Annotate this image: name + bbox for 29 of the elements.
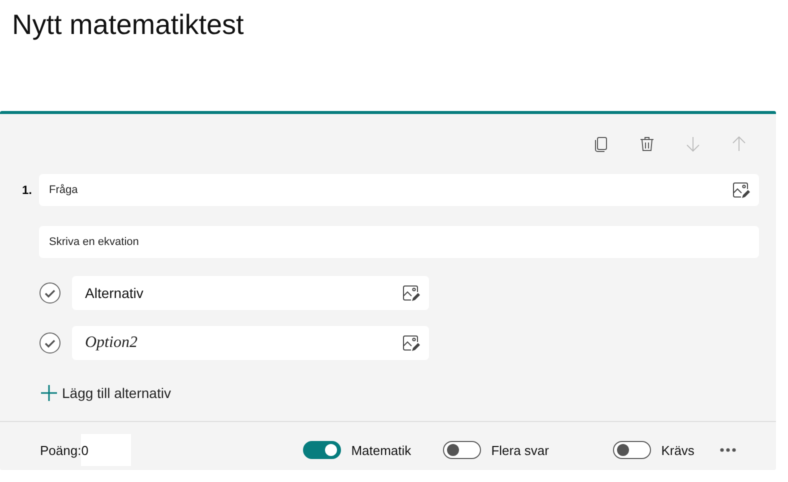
toggle-switch[interactable] [613, 441, 652, 459]
points-field[interactable]: 0 [81, 434, 132, 466]
option-text: Option2 [85, 334, 138, 352]
option-field[interactable]: Option2 [72, 326, 429, 360]
insert-image-button[interactable] [727, 174, 759, 206]
add-option-button[interactable]: Lägg till alternativ [40, 384, 171, 402]
insert-image-icon [731, 180, 751, 200]
question-field[interactable]: Fråga [39, 174, 727, 206]
option-text: Alternativ [85, 285, 144, 301]
correct-answer-check-icon[interactable] [39, 282, 61, 304]
copy-icon [592, 135, 610, 153]
question-number: 1. [21, 183, 34, 197]
trash-icon [638, 135, 656, 153]
toggle-switch[interactable] [443, 441, 482, 459]
equation-field[interactable]: Skriva en ekvation [39, 226, 759, 258]
option-field[interactable]: Alternativ [72, 276, 429, 310]
form-title: Nytt matematiktest [11, 8, 245, 42]
toggle-label: Matematik [351, 442, 412, 458]
toggle-label: Flera svar [491, 442, 549, 458]
toggle-switch[interactable] [303, 441, 342, 459]
insert-image-icon [401, 283, 421, 303]
points-label: Poäng: [40, 442, 82, 458]
correct-answer-check-icon[interactable] [39, 332, 61, 354]
more-options-icon[interactable] [719, 447, 738, 453]
arrow-down-icon [684, 135, 702, 153]
arrow-up-icon [730, 135, 748, 153]
insert-image-icon [401, 333, 421, 353]
toggle-label: Krävs [661, 442, 694, 458]
plus-icon [40, 384, 58, 402]
